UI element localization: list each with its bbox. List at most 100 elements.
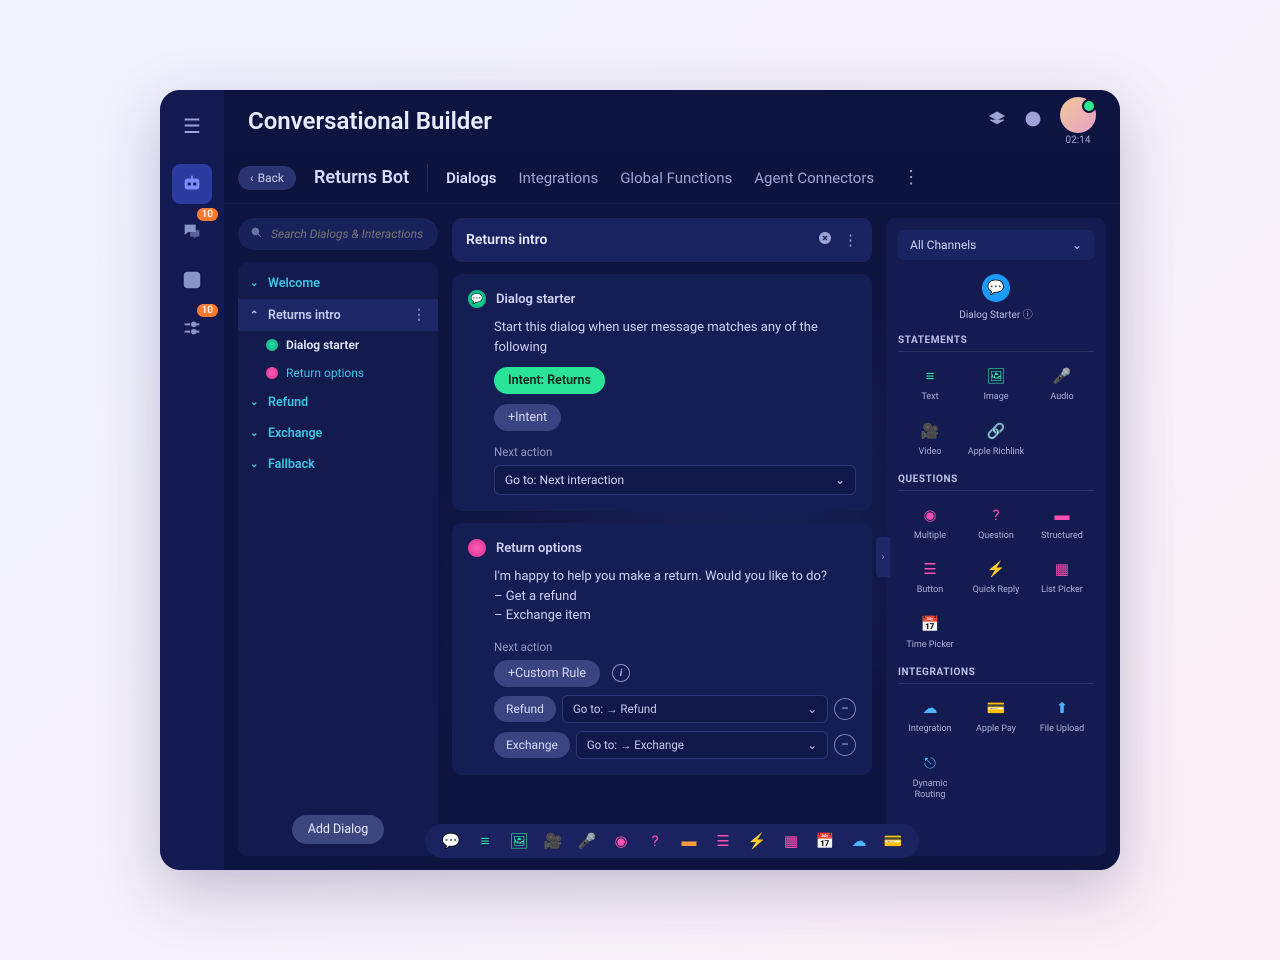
tab-agent-connectors[interactable]: Agent Connectors: [754, 169, 874, 187]
tray-video-icon[interactable]: 🎥: [543, 832, 563, 850]
remove-rule-icon[interactable]: −: [834, 698, 856, 720]
node-file-upload[interactable]: ⬆File Upload: [1030, 690, 1094, 741]
node-integration[interactable]: ☁Integration: [898, 690, 962, 741]
badge-flow: 10: [197, 304, 218, 317]
card-title: Return options: [468, 539, 856, 557]
rule-goto-select[interactable]: Go to: → Exchange⌄: [576, 731, 828, 759]
tray-text-icon[interactable]: ≡: [475, 832, 495, 850]
rail-analytics[interactable]: [172, 260, 212, 300]
tray-audio-icon[interactable]: 🎤: [577, 832, 597, 850]
upload-icon: ⬆: [1050, 696, 1074, 720]
tree-welcome[interactable]: ⌄Welcome: [238, 268, 438, 299]
node-richlink[interactable]: 🔗Apple Richlink: [964, 413, 1028, 464]
node-list-picker[interactable]: ▦List Picker: [1030, 551, 1094, 602]
section-statements: STATEMENTS: [898, 335, 1094, 352]
panel-collapse-handle[interactable]: ›: [876, 537, 890, 577]
section-questions: QUESTIONS: [898, 474, 1094, 491]
info-icon[interactable]: i: [612, 664, 630, 682]
rail-conversations[interactable]: 10: [172, 212, 212, 252]
bot-name: Returns Bot: [314, 167, 409, 188]
rule-tag[interactable]: Exchange: [494, 732, 570, 758]
card-body: I'm happy to help you make a return. Wou…: [468, 567, 856, 626]
rail-builder[interactable]: [172, 164, 212, 204]
tray-grid-icon[interactable]: ▦: [781, 832, 801, 850]
tray-cloud-icon[interactable]: ☁: [849, 832, 869, 850]
node-button[interactable]: ☰Button: [898, 551, 962, 602]
card-menu-icon[interactable]: ⋮: [843, 231, 858, 249]
next-action-select[interactable]: Go to: Next interaction ⌄: [494, 465, 856, 495]
tray-image-icon[interactable]: 🖼: [509, 832, 529, 850]
tab-integrations[interactable]: Integrations: [518, 169, 598, 187]
channel-select[interactable]: All Channels ⌄: [898, 230, 1094, 260]
rule-tag[interactable]: Refund: [494, 696, 556, 722]
chevron-up-icon: ⌃: [250, 310, 260, 321]
tray-calendar-icon[interactable]: 📅: [815, 832, 835, 850]
user-menu[interactable]: 02:14: [1060, 97, 1096, 146]
node-apple-pay[interactable]: 💳Apple Pay: [964, 690, 1028, 741]
tab-global-functions[interactable]: Global Functions: [620, 169, 732, 187]
tree-exchange[interactable]: ⌄Exchange: [238, 418, 438, 449]
dialog-tree-panel: ⌄Welcome ⌃Returns intro⋮ Dialog starter …: [238, 218, 438, 856]
rule-goto-select[interactable]: Go to: → Refund⌄: [562, 695, 828, 723]
node-quick-reply[interactable]: ⚡Quick Reply: [964, 551, 1028, 602]
search-input[interactable]: [271, 227, 427, 241]
node-dynamic-routing[interactable]: ⎋Dynamic Routing: [898, 745, 962, 807]
tree-fallback[interactable]: ⌄Fallback: [238, 449, 438, 480]
menu-icon[interactable]: ☰: [183, 114, 201, 138]
search-box[interactable]: [238, 218, 438, 250]
node-multiple[interactable]: ◉Multiple: [898, 497, 962, 548]
tray-bolt-icon[interactable]: ⚡: [747, 832, 767, 850]
card-desc: Start this dialog when user message matc…: [468, 318, 856, 357]
tray-multiple-icon[interactable]: ◉: [611, 832, 631, 850]
routing-icon: ⎋: [918, 751, 942, 775]
node-image[interactable]: 🖼Image: [964, 358, 1028, 409]
close-icon[interactable]: [817, 230, 833, 250]
rule-row-exchange: Exchange Go to: → Exchange⌄ −: [468, 731, 856, 759]
tray-card-icon[interactable]: ▬: [679, 832, 699, 850]
avatar: [1060, 97, 1096, 133]
chevron-down-icon: ⌄: [1072, 238, 1082, 252]
app-window: ☰ 10 10 Conversational Builder: [160, 90, 1120, 870]
tree-return-options[interactable]: Return options: [238, 359, 438, 387]
canvas-header: Returns intro ⋮: [452, 218, 872, 262]
tray-question-icon[interactable]: ?: [645, 832, 665, 850]
app-title: Conversational Builder: [248, 107, 970, 135]
more-icon[interactable]: ⋮: [902, 167, 920, 188]
node-video[interactable]: 🎥Video: [898, 413, 962, 464]
node-audio[interactable]: 🎤Audio: [1030, 358, 1094, 409]
badge-chat: 10: [197, 208, 218, 221]
tray-creditcard-icon[interactable]: 💳: [883, 832, 903, 850]
main-area: Conversational Builder 02:14 ‹Back Retur…: [224, 90, 1120, 870]
dialog-starter-card: 💬 Dialog starter Start this dialog when …: [452, 274, 872, 511]
tray-chat-icon[interactable]: 💬: [441, 832, 461, 850]
palette-dialog-starter[interactable]: 💬 Dialog Starter ⓘ: [898, 274, 1094, 321]
node-question[interactable]: ?Question: [964, 497, 1028, 548]
custom-rule-button[interactable]: +Custom Rule: [494, 660, 600, 687]
divider: [427, 164, 428, 192]
dialog-tree: ⌄Welcome ⌃Returns intro⋮ Dialog starter …: [238, 262, 438, 856]
cloud-icon: ☁: [918, 696, 942, 720]
link-icon: 🔗: [984, 419, 1008, 443]
tabbar: ‹Back Returns Bot Dialogs Integrations G…: [224, 152, 1120, 204]
node-time-picker[interactable]: 📅Time Picker: [898, 606, 962, 657]
session-timer: 02:14: [1060, 135, 1096, 146]
node-structured[interactable]: ▬Structured: [1030, 497, 1094, 548]
tray-list-icon[interactable]: ☰: [713, 832, 733, 850]
dialog-starter-icon: [266, 339, 278, 351]
back-button[interactable]: ‹Back: [238, 166, 296, 190]
tree-returns-intro[interactable]: ⌃Returns intro⋮: [238, 299, 438, 331]
tree-dialog-starter[interactable]: Dialog starter: [238, 331, 438, 359]
add-intent-button[interactable]: +Intent: [494, 404, 561, 431]
topbar: Conversational Builder 02:14: [224, 90, 1120, 152]
tree-refund[interactable]: ⌄Refund: [238, 387, 438, 418]
layers-icon[interactable]: [988, 110, 1006, 132]
canvas: Returns intro ⋮ 💬 Dialog starter Start t…: [452, 218, 872, 856]
help-icon[interactable]: [1024, 110, 1042, 132]
kebab-icon[interactable]: ⋮: [412, 307, 426, 323]
rail-flow[interactable]: 10: [172, 308, 212, 348]
node-text[interactable]: ≡Text: [898, 358, 962, 409]
intent-pill[interactable]: Intent: Returns: [494, 367, 605, 394]
add-dialog-button[interactable]: Add Dialog: [292, 815, 385, 844]
remove-rule-icon[interactable]: −: [834, 734, 856, 756]
tab-dialogs[interactable]: Dialogs: [446, 169, 496, 187]
